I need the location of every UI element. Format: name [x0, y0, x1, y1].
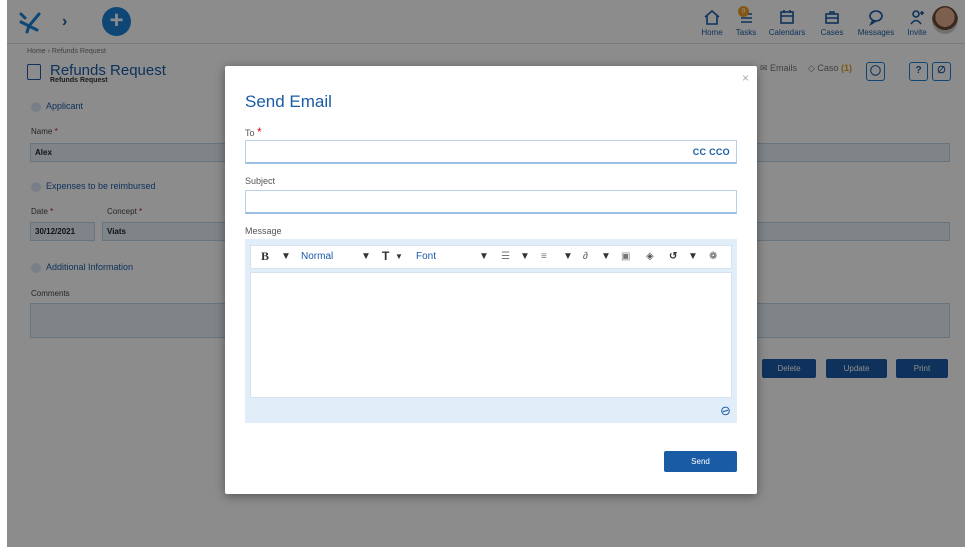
text-size-button[interactable]: T — [382, 249, 389, 263]
image-icon[interactable]: ▣ — [621, 251, 630, 262]
undo-icon[interactable]: ↺ — [669, 251, 677, 262]
subject-input[interactable] — [245, 190, 737, 214]
dropdown-arrow-icon[interactable]: ▼ — [281, 251, 291, 262]
dropdown-arrow-icon[interactable]: ▼ — [520, 251, 530, 262]
palette-icon[interactable]: ❁ — [709, 251, 717, 262]
message-editor: B ▼ Normal ▼ T ▼ Font ▼ ☰ ▼ ≡ ▼ ∂ ▼ ▣ ◈ … — [245, 239, 737, 423]
eraser-icon[interactable]: ◈ — [646, 251, 654, 262]
to-label: To * — [245, 125, 262, 139]
dropdown-arrow-icon[interactable]: ▼ — [361, 251, 371, 262]
cc-cco-toggle[interactable]: CC CCO — [693, 147, 730, 157]
attachment-icon[interactable]: ⊘ — [717, 401, 734, 420]
close-icon[interactable]: × — [742, 71, 749, 85]
link-icon[interactable]: ∂ — [583, 251, 588, 262]
bold-button[interactable]: B — [261, 249, 269, 264]
align-left-icon[interactable]: ≡ — [541, 251, 547, 262]
editor-toolbar: B ▼ Normal ▼ T ▼ Font ▼ ☰ ▼ ≡ ▼ ∂ ▼ ▣ ◈ … — [250, 245, 732, 269]
dropdown-arrow-icon[interactable]: ▼ — [563, 251, 573, 262]
subject-label: Subject — [245, 176, 276, 186]
to-input[interactable]: CC CCO — [245, 140, 737, 164]
font-select[interactable]: Font — [416, 251, 436, 262]
message-body[interactable] — [250, 272, 732, 398]
message-label: Message — [245, 226, 282, 236]
dropdown-arrow-icon[interactable]: ▼ — [479, 251, 489, 262]
send-button[interactable]: Send — [664, 451, 737, 472]
bulleted-list-icon[interactable]: ☰ — [501, 251, 510, 262]
dropdown-arrow-icon[interactable]: ▼ — [688, 251, 698, 262]
style-select[interactable]: Normal — [301, 251, 333, 262]
dialog-title: Send Email — [245, 92, 332, 111]
dropdown-arrow-icon[interactable]: ▼ — [395, 252, 403, 261]
app-root: › + Home 9 Tasks Calendars Cases Message… — [0, 0, 965, 547]
send-email-dialog: × Send Email To * CC CCO Subject Message… — [225, 66, 757, 494]
dropdown-arrow-icon[interactable]: ▼ — [601, 251, 611, 262]
